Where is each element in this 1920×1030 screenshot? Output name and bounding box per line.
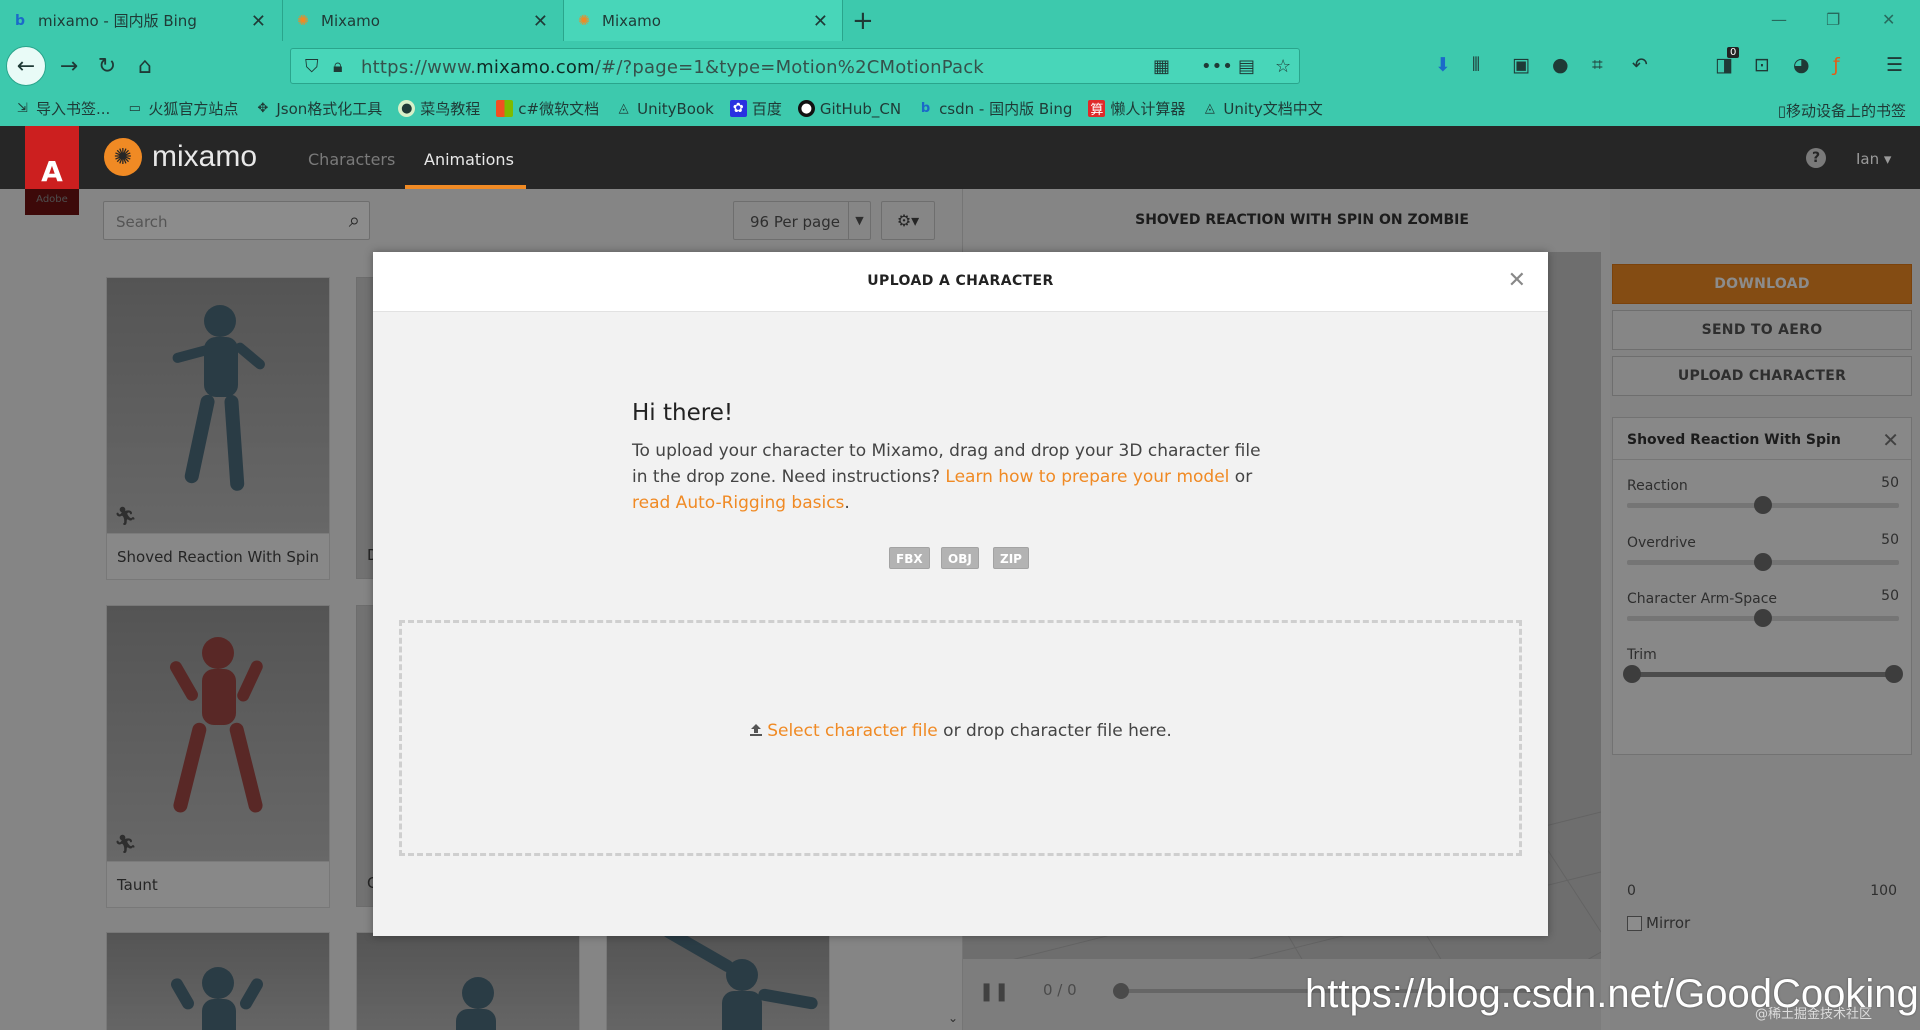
bookmark-calculator[interactable]: 算懒人计算器 [1088, 98, 1185, 119]
download-badge: 0 [1727, 47, 1740, 58]
bookmark-baidu[interactable]: ✿ 百度 [729, 98, 782, 119]
bookmark-firefox[interactable]: ▭ 火狐官方站点 [126, 98, 239, 119]
forward-icon[interactable]: → [52, 49, 86, 83]
reload-icon[interactable]: ↻ [90, 49, 124, 83]
restore-icon[interactable]: ❐ [1826, 10, 1840, 29]
tab-title: Mixamo [602, 11, 661, 30]
screenshot-icon[interactable]: ⌗ [1592, 54, 1603, 76]
undo-icon[interactable]: ↶ [1632, 54, 1648, 76]
browser-nav-bar: ← → ↻ ⌂ ⛉ 🔒︎ https://www.mixamo.com/#/?p… [0, 41, 1920, 91]
bookmark-csdn[interactable]: b csdn - 国内版 Bing [917, 98, 1072, 119]
close-icon[interactable]: ✕ [533, 11, 548, 32]
bookmark-import[interactable]: ⇲ 导入书签... [14, 98, 110, 119]
modal-title: UPLOAD A CHARACTER [867, 273, 1054, 289]
url-text: https://www.mixamo.com/#/?page=1&type=Mo… [361, 57, 984, 78]
url-bar[interactable]: ⛉ 🔒︎ https://www.mixamo.com/#/?page=1&ty… [290, 48, 1300, 84]
screen: b mixamo - 国内版 Bing ✕ ✺ Mixamo ✕ ✺ Mixam… [0, 0, 1920, 1030]
select-character-file-link[interactable]: Select character file [767, 721, 938, 741]
baidu-icon: ✿ [729, 100, 747, 117]
bookmark-csharp[interactable]: c#微软文档 [496, 98, 599, 119]
lock-icon: 🔒︎ [333, 56, 343, 77]
bing-icon: b [14, 12, 26, 29]
microsoft-icon [496, 100, 514, 117]
upload-instructions: To upload your character to Mixamo, drag… [632, 441, 1261, 513]
bookmarks-bar: ⇲ 导入书签... ▭ 火狐官方站点 ✥ Json格式化工具 ● 菜鸟教程 c#微软文档… [0, 91, 1920, 126]
more-icon[interactable]: ••• [1201, 56, 1233, 77]
prepare-model-link[interactable]: Learn how to prepare your model [945, 467, 1229, 487]
flash-icon[interactable]: ƒ [1833, 54, 1840, 76]
help-icon[interactable]: ? [1806, 148, 1826, 168]
bookmark-unity-docs[interactable]: ◬ Unity文档中文 [1201, 98, 1323, 119]
tab-bing[interactable]: b mixamo - 国内版 Bing ✕ [0, 0, 280, 41]
close-icon[interactable]: ✕ [813, 11, 828, 32]
tab-mixamo-active[interactable]: ✺ Mixamo ✕ [563, 0, 843, 41]
import-icon: ⇲ [17, 101, 28, 116]
mobile-icon: ▯ [1777, 102, 1786, 120]
account-icon[interactable]: ● [1552, 54, 1569, 76]
unity-icon: ◬ [618, 101, 629, 116]
back-icon[interactable]: ← [6, 46, 46, 86]
mixamo-icon: ✺ [104, 138, 142, 176]
flag-icon[interactable]: ▤ [1238, 56, 1255, 77]
modal-header: UPLOAD A CHARACTER ✕ [373, 252, 1548, 312]
modal-backdrop-adobe [25, 189, 79, 215]
color-picker-icon[interactable]: ◕ [1793, 54, 1810, 76]
bookmark-star-icon[interactable]: ☆ [1275, 56, 1291, 77]
tab-title: mixamo - 国内版 Bing [38, 12, 197, 30]
qr-code-icon[interactable]: ▦ [1153, 56, 1170, 77]
watermark-small: @稀土掘金技术社区 [1755, 1007, 1873, 1022]
nav-animations[interactable]: Animations [424, 150, 514, 169]
unity-icon: ◬ [1204, 101, 1215, 116]
shield-icon[interactable]: ⛉ [305, 56, 319, 77]
mixamo-icon: ✺ [297, 12, 309, 29]
drop-zone[interactable]: Select character file or drop character … [399, 620, 1522, 856]
github-icon: ● [797, 100, 815, 117]
tab-title: Mixamo [321, 11, 380, 30]
tab-mixamo-1[interactable]: ✺ Mixamo ✕ [282, 0, 562, 41]
upload-character-modal: UPLOAD A CHARACTER ✕ Hi there! To upload… [373, 252, 1548, 936]
mobile-bookmarks[interactable]: ▯移动设备上的书签 [1778, 100, 1906, 121]
puzzle-icon: ✥ [257, 101, 269, 116]
auto-rigging-link[interactable]: read Auto-Rigging basics [632, 493, 844, 513]
sidebar-icon[interactable]: ▣ [1512, 54, 1530, 76]
chevron-down-icon: ▾ [1883, 150, 1892, 168]
bookmark-unitybook[interactable]: ◬ UnityBook [615, 100, 714, 118]
menu-icon[interactable]: ☰ [1886, 54, 1903, 76]
window-close-icon[interactable]: ✕ [1882, 10, 1895, 29]
upload-icon [750, 724, 763, 736]
bookmark-github[interactable]: ● GitHub_CN [797, 100, 901, 118]
file-type-badge: FBX [889, 547, 930, 569]
download-icon[interactable]: ⬇ [1435, 54, 1451, 76]
file-type-badge: ZIP [993, 547, 1029, 569]
extension-icon[interactable]: ◨ 0 [1715, 47, 1740, 76]
adobe-a-icon: A [41, 155, 63, 188]
bookmark-json[interactable]: ✥ Json格式化工具 [254, 98, 382, 119]
library-icon[interactable]: ⫴ [1472, 54, 1480, 76]
runoob-icon: ● [398, 100, 416, 117]
greeting: Hi there! [632, 400, 734, 426]
user-menu[interactable]: Ian ▾ [1856, 150, 1891, 168]
bookmark-runoob[interactable]: ● 菜鸟教程 [398, 98, 480, 119]
calculator-icon: 算 [1088, 100, 1106, 118]
reader-icon[interactable]: ⊡ [1754, 54, 1770, 76]
home-icon[interactable]: ⌂ [128, 49, 162, 83]
folder-icon: ▭ [128, 101, 141, 116]
browser-tab-bar: b mixamo - 国内版 Bing ✕ ✺ Mixamo ✕ ✺ Mixam… [0, 0, 1920, 41]
file-type-badge: OBJ [941, 547, 979, 569]
new-tab-icon[interactable]: + [852, 6, 874, 36]
bing-icon: b [920, 101, 931, 116]
mixamo-header [0, 126, 1920, 189]
minimize-icon[interactable]: — [1771, 10, 1787, 29]
mixamo-logo[interactable]: ✺ mixamo [104, 138, 257, 176]
close-icon[interactable]: ✕ [251, 11, 266, 32]
drop-zone-text: Select character file or drop character … [402, 721, 1519, 741]
nav-characters[interactable]: Characters [308, 150, 395, 169]
mixamo-icon: ✺ [578, 12, 590, 29]
close-icon[interactable]: ✕ [1508, 268, 1526, 293]
